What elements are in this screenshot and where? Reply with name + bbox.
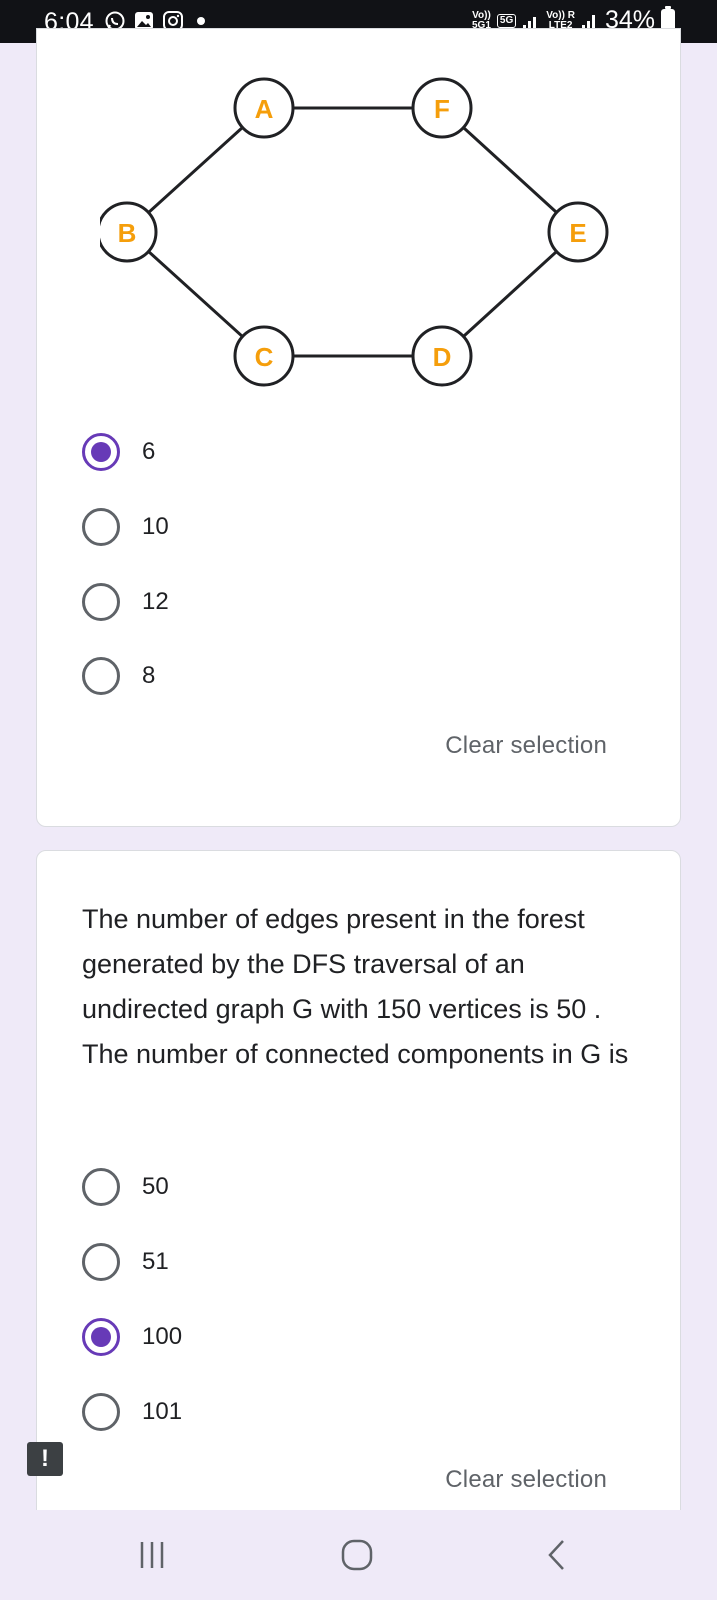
radio-button[interactable]: [82, 1168, 120, 1206]
notification-dot: [197, 17, 205, 25]
q2-question-text: The number of edges present in the fores…: [82, 904, 629, 1069]
node-e: E: [547, 201, 609, 263]
q2-clear-selection-button[interactable]: Clear selection: [445, 1466, 607, 1494]
q2-option-51[interactable]: 51: [82, 1242, 169, 1282]
node-b: B: [100, 201, 158, 263]
svg-text:C: C: [255, 342, 274, 372]
radio-button[interactable]: [82, 1243, 120, 1281]
svg-text:E: E: [569, 218, 586, 248]
home-icon[interactable]: [340, 1538, 374, 1572]
radio-button[interactable]: [82, 1393, 120, 1431]
radio-button[interactable]: [82, 657, 120, 695]
recents-icon[interactable]: [136, 1538, 168, 1572]
q2-option-50[interactable]: 50: [82, 1167, 169, 1207]
alert-icon[interactable]: !: [27, 1442, 63, 1476]
q2-option-100[interactable]: 100: [82, 1317, 182, 1357]
option-label: 100: [142, 1323, 183, 1350]
option-label: 10: [142, 513, 169, 540]
graph-diagram: A F B E C D: [100, 77, 609, 387]
node-a: A: [233, 77, 295, 139]
q2-option-101[interactable]: 101: [82, 1392, 182, 1432]
option-label: 8: [142, 662, 156, 689]
option-label: 101: [142, 1398, 183, 1425]
option-label: 6: [142, 438, 156, 465]
back-icon[interactable]: [545, 1538, 569, 1572]
radio-button[interactable]: [82, 583, 120, 621]
option-label: 12: [142, 588, 169, 615]
svg-text:F: F: [434, 94, 450, 124]
node-f: F: [411, 77, 473, 139]
navigation-bar: [0, 1510, 717, 1600]
network-badge: 5G: [496, 13, 517, 28]
svg-text:D: D: [433, 342, 452, 372]
node-d: D: [411, 325, 473, 387]
q1-option-8[interactable]: 8: [82, 656, 155, 696]
radio-button[interactable]: [82, 433, 120, 471]
node-c: C: [233, 325, 295, 387]
svg-text:A: A: [255, 94, 274, 124]
svg-text:B: B: [118, 218, 137, 248]
option-label: 50: [142, 1173, 169, 1200]
q1-option-10[interactable]: 10: [82, 507, 169, 547]
radio-button[interactable]: [82, 1318, 120, 1356]
q1-option-6[interactable]: 6: [82, 432, 155, 472]
q1-option-12[interactable]: 12: [82, 582, 169, 622]
q1-clear-selection-button[interactable]: Clear selection: [445, 732, 607, 760]
option-label: 51: [142, 1248, 169, 1275]
radio-button[interactable]: [82, 508, 120, 546]
